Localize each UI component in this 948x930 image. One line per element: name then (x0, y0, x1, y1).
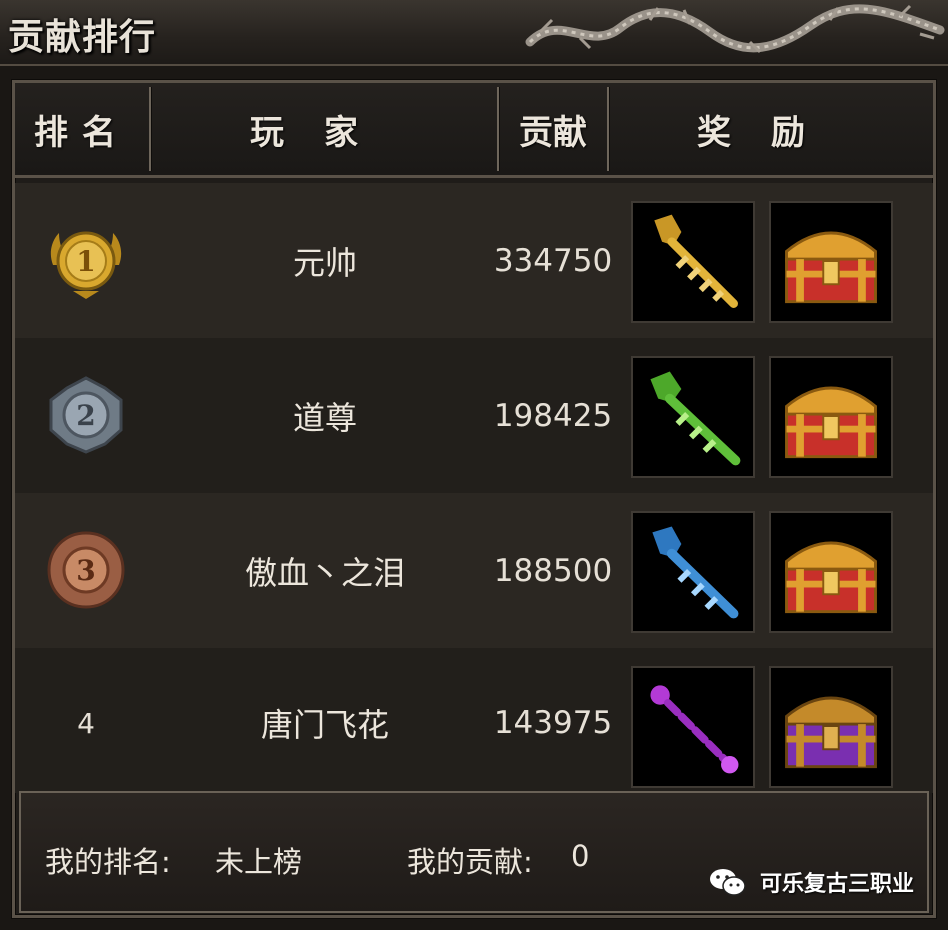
header-player: 玩家 (250, 112, 398, 153)
purple-key-icon (650, 685, 739, 774)
table-header: 排名 玩家 贡献 奖励 (15, 83, 933, 178)
header-reward: 奖励 (697, 112, 845, 153)
reward-slot-key[interactable] (631, 666, 755, 788)
dragon-ornament-icon (525, 4, 945, 54)
red-gold-chest-icon (785, 541, 877, 614)
table-row: 1 元帅 334750 (15, 183, 933, 338)
contribution-value: 143975 (493, 705, 613, 741)
my-rank-value: 未上榜 (215, 845, 303, 879)
my-contribution-value: 0 (571, 839, 590, 873)
title-bar: 贡献排行 (0, 0, 948, 66)
gold-key-icon (654, 214, 738, 308)
reward-slot-key[interactable] (631, 201, 755, 323)
reward-slot-chest[interactable] (769, 511, 893, 633)
green-key-icon (650, 371, 741, 466)
ranking-panel: 排名 玩家 贡献 奖励 1 元帅 334750 2 道尊 198425 3 傲血… (12, 80, 936, 918)
header-contribution: 贡献 (519, 112, 587, 153)
table-row: 2 道尊 198425 (15, 338, 933, 493)
red-gold-chest-icon (785, 231, 877, 304)
header-rank: 排名 (34, 112, 130, 153)
contribution-value: 188500 (493, 552, 613, 589)
player-name: 傲血丶之泪 (244, 553, 405, 592)
rank-number: 4 (77, 706, 95, 740)
gold-medal-icon: 1 (50, 231, 122, 299)
silver-medal-icon: 2 (49, 376, 123, 454)
reward-slot-chest[interactable] (769, 356, 893, 478)
blue-key-icon (652, 526, 739, 619)
red-gold-chest-icon (785, 386, 877, 459)
player-name: 唐门飞花 (260, 706, 389, 744)
purple-chest-icon (785, 696, 877, 769)
reward-slot-chest[interactable] (769, 666, 893, 788)
player-name: 元帅 (292, 243, 357, 282)
contribution-value: 198425 (493, 397, 613, 434)
reward-slot-key[interactable] (631, 356, 755, 478)
table-row: 3 傲血丶之泪 188500 (15, 493, 933, 648)
my-rank-label: 我的排名: (45, 845, 171, 879)
reward-slot-key[interactable] (631, 511, 755, 633)
svg-text:1: 1 (76, 245, 95, 278)
window-title: 贡献排行 (8, 17, 157, 58)
wechat-icon (710, 869, 746, 896)
my-contribution-label: 我的贡献: (407, 845, 533, 879)
svg-text:2: 2 (76, 399, 95, 432)
watermark-text: 可乐复古三职业 (760, 872, 915, 897)
reward-slot-chest[interactable] (769, 201, 893, 323)
svg-text:3: 3 (76, 554, 95, 587)
watermark: 可乐复古三职业 (708, 866, 914, 898)
table-row: 4 唐门飞花 143975 (15, 648, 933, 793)
bronze-medal-icon: 3 (47, 531, 125, 609)
contribution-value: 334750 (493, 242, 613, 279)
player-name: 道尊 (292, 398, 357, 437)
